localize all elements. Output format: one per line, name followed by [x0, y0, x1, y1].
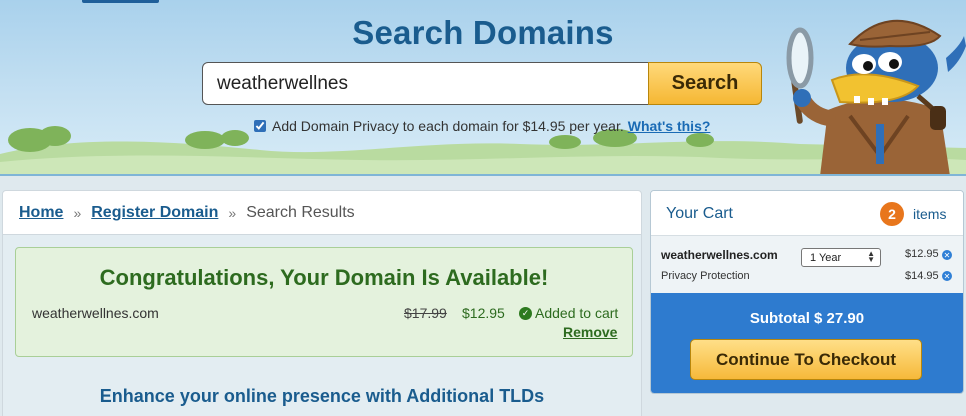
select-arrows-icon: ▲ ▼ — [867, 249, 875, 264]
term-select-value: 1 Year — [810, 251, 842, 264]
added-to-cart-status: ✓ Added to cart — [519, 305, 618, 321]
domain-available-box: Congratulations, Your Domain Is Availabl… — [15, 247, 633, 357]
cart-item-name: Privacy Protection — [661, 270, 750, 282]
breadcrumb: Home » Register Domain » Search Results — [2, 190, 642, 235]
added-to-cart-label: Added to cart — [535, 305, 619, 321]
cart-items-label: items — [913, 206, 947, 222]
domain-privacy-checkbox[interactable] — [254, 120, 266, 132]
availability-title: Congratulations, Your Domain Is Availabl… — [99, 265, 549, 290]
cart-header: Your Cart 2 items — [651, 191, 963, 236]
cart-count-badge: 2 — [880, 202, 904, 226]
cart-item-price: $14.95 — [905, 270, 939, 282]
search-results-panel: Home » Register Domain » Search Results … — [2, 190, 642, 416]
top-nav-button[interactable] — [82, 0, 159, 3]
remove-item-icon[interactable]: ✕ — [942, 271, 952, 281]
whats-this-link[interactable]: What's this? — [628, 118, 711, 134]
search-hero: Search Domains Search Add Domain Privacy… — [0, 0, 966, 176]
cart-title: Your Cart — [666, 205, 733, 222]
check-circle-icon: ✓ — [519, 306, 532, 320]
breadcrumb-register-link[interactable]: Register Domain — [91, 204, 218, 222]
remove-item-icon[interactable]: ✕ — [942, 250, 952, 260]
original-price: $17.99 — [404, 305, 447, 321]
additional-tlds-heading: Enhance your online presence with Additi… — [99, 386, 545, 406]
breadcrumb-current: Search Results — [246, 203, 355, 221]
remove-link[interactable]: Remove — [563, 324, 617, 340]
cart-subtotal: Subtotal $ 27.90 — [749, 310, 865, 327]
cart-footer: Subtotal $ 27.90 Continue To Checkout — [651, 293, 963, 393]
breadcrumb-home-link[interactable]: Home — [19, 204, 63, 222]
cart-item-price: $12.95 — [905, 248, 939, 260]
domain-privacy-option: Add Domain Privacy to each domain for $1… — [254, 117, 710, 135]
cart-item-name: weatherwellnes.com — [661, 248, 778, 262]
domain-privacy-label: Add Domain Privacy to each domain for $1… — [272, 118, 624, 134]
domain-search-input[interactable] — [202, 62, 650, 105]
available-domain-name: weatherwellnes.com — [32, 305, 159, 321]
breadcrumb-separator: » — [73, 204, 82, 221]
sale-price: $12.95 — [462, 305, 505, 321]
cart-panel: Your Cart 2 items weatherwellnes.com 1 Y… — [650, 190, 964, 394]
breadcrumb-separator: » — [228, 204, 237, 221]
term-select[interactable]: 1 Year ▲ ▼ — [801, 248, 881, 267]
cart-line-items: weatherwellnes.com 1 Year ▲ ▼ $12.95 ✕ Pr… — [651, 236, 963, 293]
continue-to-checkout-button[interactable]: Continue To Checkout — [690, 339, 922, 380]
search-button[interactable]: Search — [648, 62, 762, 105]
detective-mascot-illustration — [786, 19, 966, 174]
results-body: Congratulations, Your Domain Is Availabl… — [2, 235, 642, 416]
